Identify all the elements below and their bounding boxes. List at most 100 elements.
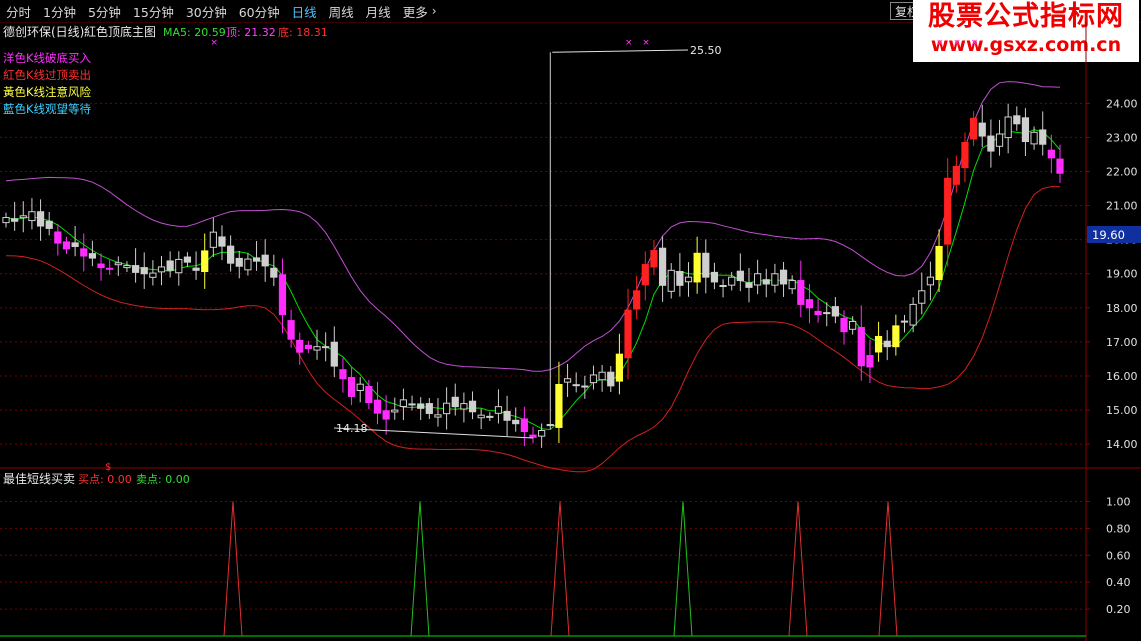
main-header: 德创环保(日线) 紅色顶底主图 MA5: 20.59 顶: 21.32 底: 1… — [3, 24, 328, 39]
candle-body-1 — [11, 218, 19, 222]
y-tick-label-0: 14.00 — [1106, 438, 1138, 451]
candle-body-27 — [235, 257, 243, 267]
candle-body-91 — [788, 280, 796, 290]
period-tab-6[interactable]: 日线 — [292, 2, 317, 21]
candle-body-33 — [287, 320, 295, 340]
sell-label: 卖点: 0.00 — [136, 473, 190, 486]
candle-body-92 — [797, 280, 805, 305]
candle-body-82 — [710, 271, 719, 283]
legend-buy: 洋色K线破底买入 — [3, 51, 92, 65]
candle-body-98 — [849, 320, 857, 330]
candle-body-43 — [373, 399, 382, 414]
upper-band-line — [5, 81, 1061, 372]
candle-body-119 — [1030, 131, 1038, 145]
candle-body-107 — [926, 276, 935, 286]
period-tab-9[interactable]: 更多 — [403, 2, 428, 21]
peak-leader-line — [552, 49, 689, 53]
candle-body-81 — [702, 252, 710, 278]
sub-header: 最佳短线买卖 买点: 0.00 卖点: 0.00 — [3, 472, 190, 486]
period-tab-2[interactable]: 5分钟 — [88, 2, 121, 21]
candle-body-93 — [805, 299, 814, 309]
candle-body-95 — [823, 312, 831, 315]
candle-body-76 — [658, 247, 667, 286]
candle-body-70 — [607, 371, 615, 387]
more-chevron-icon[interactable]: › — [432, 4, 437, 18]
candle-body-85 — [736, 270, 744, 282]
candle-body-28 — [244, 258, 252, 271]
candle-body-68 — [589, 374, 598, 384]
signal-spike-2 — [550, 501, 570, 637]
candle-body-75 — [650, 250, 658, 268]
y-tick-label-8: 22.00 — [1106, 166, 1138, 179]
top-marker-3: × — [936, 38, 944, 48]
candle-body-34 — [296, 339, 304, 353]
candle-body-97 — [840, 317, 848, 333]
candle-body-122 — [1056, 158, 1064, 174]
period-tab-7[interactable]: 周线 — [329, 2, 354, 21]
period-tab-8[interactable]: 月线 — [366, 2, 391, 21]
sub-panel: 0.20 0.40 0.60 0.80 1.00 — [0, 495, 1131, 637]
candle-body-88 — [762, 279, 770, 285]
candle-body-6 — [54, 231, 62, 244]
candle-body-79 — [684, 276, 693, 283]
candle-body-26 — [227, 245, 235, 264]
candle-body-0 — [2, 217, 10, 224]
top-marker-4: × — [953, 38, 961, 48]
candle-body-15 — [131, 265, 140, 273]
candle-body-10 — [88, 253, 97, 259]
signal-spike-4 — [788, 501, 808, 637]
candle-body-56 — [486, 415, 494, 418]
candle-body-101 — [874, 335, 883, 353]
candle-body-120 — [1039, 129, 1047, 145]
candle-body-99 — [857, 326, 865, 367]
candle-body-55 — [477, 414, 485, 419]
candle-body-9 — [80, 248, 88, 257]
candle-body-83 — [719, 285, 727, 288]
dollar-marker: $ — [105, 462, 111, 473]
candle-body-39 — [339, 369, 347, 380]
candle-body-113 — [978, 122, 986, 137]
candle-body-115 — [995, 133, 1004, 147]
sub-y-tick-label-2: 0.60 — [1106, 549, 1131, 562]
period-tab-4[interactable]: 30分钟 — [186, 2, 227, 21]
candle-body-36 — [313, 346, 321, 351]
candle-body-89 — [771, 273, 779, 286]
candle-body-32 — [278, 274, 287, 316]
candle-body-37 — [322, 346, 330, 349]
candle-body-67 — [581, 385, 589, 388]
y-tick-label-5: 19.00 — [1106, 268, 1138, 281]
candle-body-73 — [633, 290, 641, 310]
top-label: 顶: 21.32 — [226, 26, 276, 39]
candle-body-58 — [503, 410, 511, 421]
candle-body-44 — [382, 410, 390, 420]
candle-body-71 — [615, 353, 624, 382]
candle-body-86 — [745, 282, 753, 288]
candle-body-40 — [347, 377, 356, 397]
candle-body-90 — [779, 269, 788, 285]
candle-body-35 — [304, 344, 312, 350]
period-tab-1[interactable]: 1分钟 — [43, 2, 76, 21]
peak-price-label: 25.50 — [690, 44, 722, 57]
candle-body-30 — [261, 254, 269, 267]
period-tab-3[interactable]: 15分钟 — [133, 2, 174, 21]
candle-body-106 — [918, 290, 926, 304]
candle-body-111 — [961, 142, 969, 169]
buy-label: 买点: 0.00 — [78, 473, 132, 486]
candle-body-3 — [28, 211, 36, 222]
chart-canvas[interactable]: ×××××× 14.0015.0016.0017.0018.0019.0020.… — [0, 22, 1141, 641]
candle-body-74 — [641, 264, 649, 286]
period-tab-0[interactable]: 分时 — [6, 2, 31, 21]
candle-body-38 — [330, 341, 338, 367]
y-tick-label-1: 15.00 — [1106, 404, 1138, 417]
band-layer — [5, 81, 1061, 473]
y-tick-label-9: 23.00 — [1106, 131, 1138, 144]
signal-spike-5 — [878, 501, 898, 637]
candle-body-114 — [987, 135, 995, 152]
candle-body-96 — [831, 306, 839, 317]
y-tick-label-7: 21.00 — [1106, 200, 1138, 213]
period-tab-5[interactable]: 60分钟 — [239, 2, 280, 21]
candle-body-80 — [693, 252, 701, 283]
top-marker-0: × — [210, 38, 218, 48]
candle-body-2 — [19, 215, 27, 219]
trough-price-label: 14.18 — [336, 422, 368, 435]
